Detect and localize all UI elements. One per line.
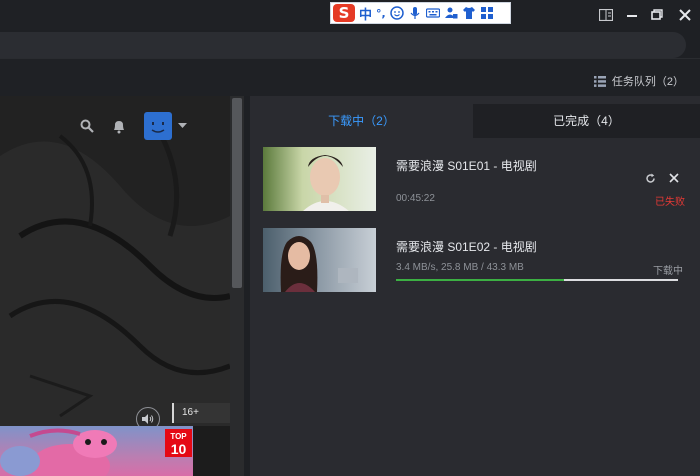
close-button[interactable] (676, 6, 694, 24)
background-artwork (0, 96, 230, 426)
task-queue-button[interactable]: 任务队列（2） (593, 73, 684, 89)
status-failed: 已失败 (655, 197, 685, 208)
toolbox-grid-icon[interactable] (480, 6, 494, 20)
download-tabs: 下载中（2） 已完成（4） (250, 104, 700, 138)
tab-downloading[interactable]: 下载中（2） (250, 104, 473, 138)
item-transfer-info: 3.4 MB/s, 25.8 MB / 43.3 MB (396, 262, 524, 273)
left-header-icons (80, 112, 187, 140)
tab-completed[interactable]: 已完成（4） (473, 104, 700, 138)
address-bar[interactable] (0, 32, 686, 58)
minimize-button[interactable] (623, 6, 641, 24)
ime-punctuation-indicator[interactable]: °, (376, 7, 386, 20)
top10-badge: TOP 10 (165, 429, 192, 457)
list-icon (593, 75, 606, 87)
speaker-icon (142, 414, 154, 424)
title-bar: S 中 °, (0, 0, 700, 30)
top10-number: 10 (170, 441, 187, 457)
top10-label: TOP (170, 432, 187, 441)
emoji-icon[interactable] (389, 6, 404, 20)
smile-face-icon (151, 122, 165, 133)
status-downloading: 下载中 (653, 266, 683, 277)
download-panel: 下载中（2） 已完成（4） 需要浪漫 S01E01 - 电视剧 00:45:22… (250, 96, 700, 476)
skin-shirt-icon[interactable] (462, 6, 476, 20)
avatar[interactable] (144, 112, 172, 140)
bell-icon[interactable] (112, 119, 126, 134)
user-settings-icon[interactable] (444, 6, 458, 20)
sogou-logo-icon[interactable]: S (333, 4, 355, 22)
item-duration: 00:45:22 (396, 193, 435, 204)
download-item[interactable]: 需要浪漫 S01E01 - 电视剧 00:45:22 已失败 (263, 147, 685, 213)
age-rating-badge: 16+ (172, 403, 230, 423)
remove-button[interactable] (667, 171, 681, 185)
keyboard-icon[interactable] (425, 6, 440, 20)
ime-mode-indicator[interactable]: 中 (359, 4, 372, 23)
download-item[interactable]: 需要浪漫 S01E02 - 电视剧 3.4 MB/s, 25.8 MB / 43… (263, 228, 685, 294)
refresh-icon (645, 173, 655, 183)
task-queue-label: 任务队列（2） (611, 76, 684, 88)
progress-fill (396, 279, 565, 281)
close-icon (669, 173, 679, 183)
episode-2-image (263, 228, 376, 292)
item-title: 需要浪漫 S01E01 - 电视剧 (396, 159, 537, 173)
scrollbar-thumb[interactable] (232, 98, 242, 288)
download-progress-bar (396, 279, 678, 281)
restore-button[interactable] (648, 6, 666, 24)
web-content-panel: 16+ TOP 10 (0, 96, 230, 476)
item-title: 需要浪漫 S01E02 - 电视剧 (396, 240, 537, 254)
notes-icon[interactable] (597, 6, 615, 24)
retry-button[interactable] (643, 171, 657, 185)
ime-toolbar[interactable]: S 中 °, (330, 2, 511, 24)
chevron-down-icon[interactable] (178, 123, 187, 129)
toolbar: 任务队列（2） (0, 58, 700, 96)
episode-thumbnail (263, 228, 376, 292)
episode-1-image (263, 147, 376, 211)
search-icon[interactable] (80, 119, 94, 133)
microphone-icon[interactable] (408, 6, 422, 20)
episode-thumbnail (263, 147, 376, 211)
